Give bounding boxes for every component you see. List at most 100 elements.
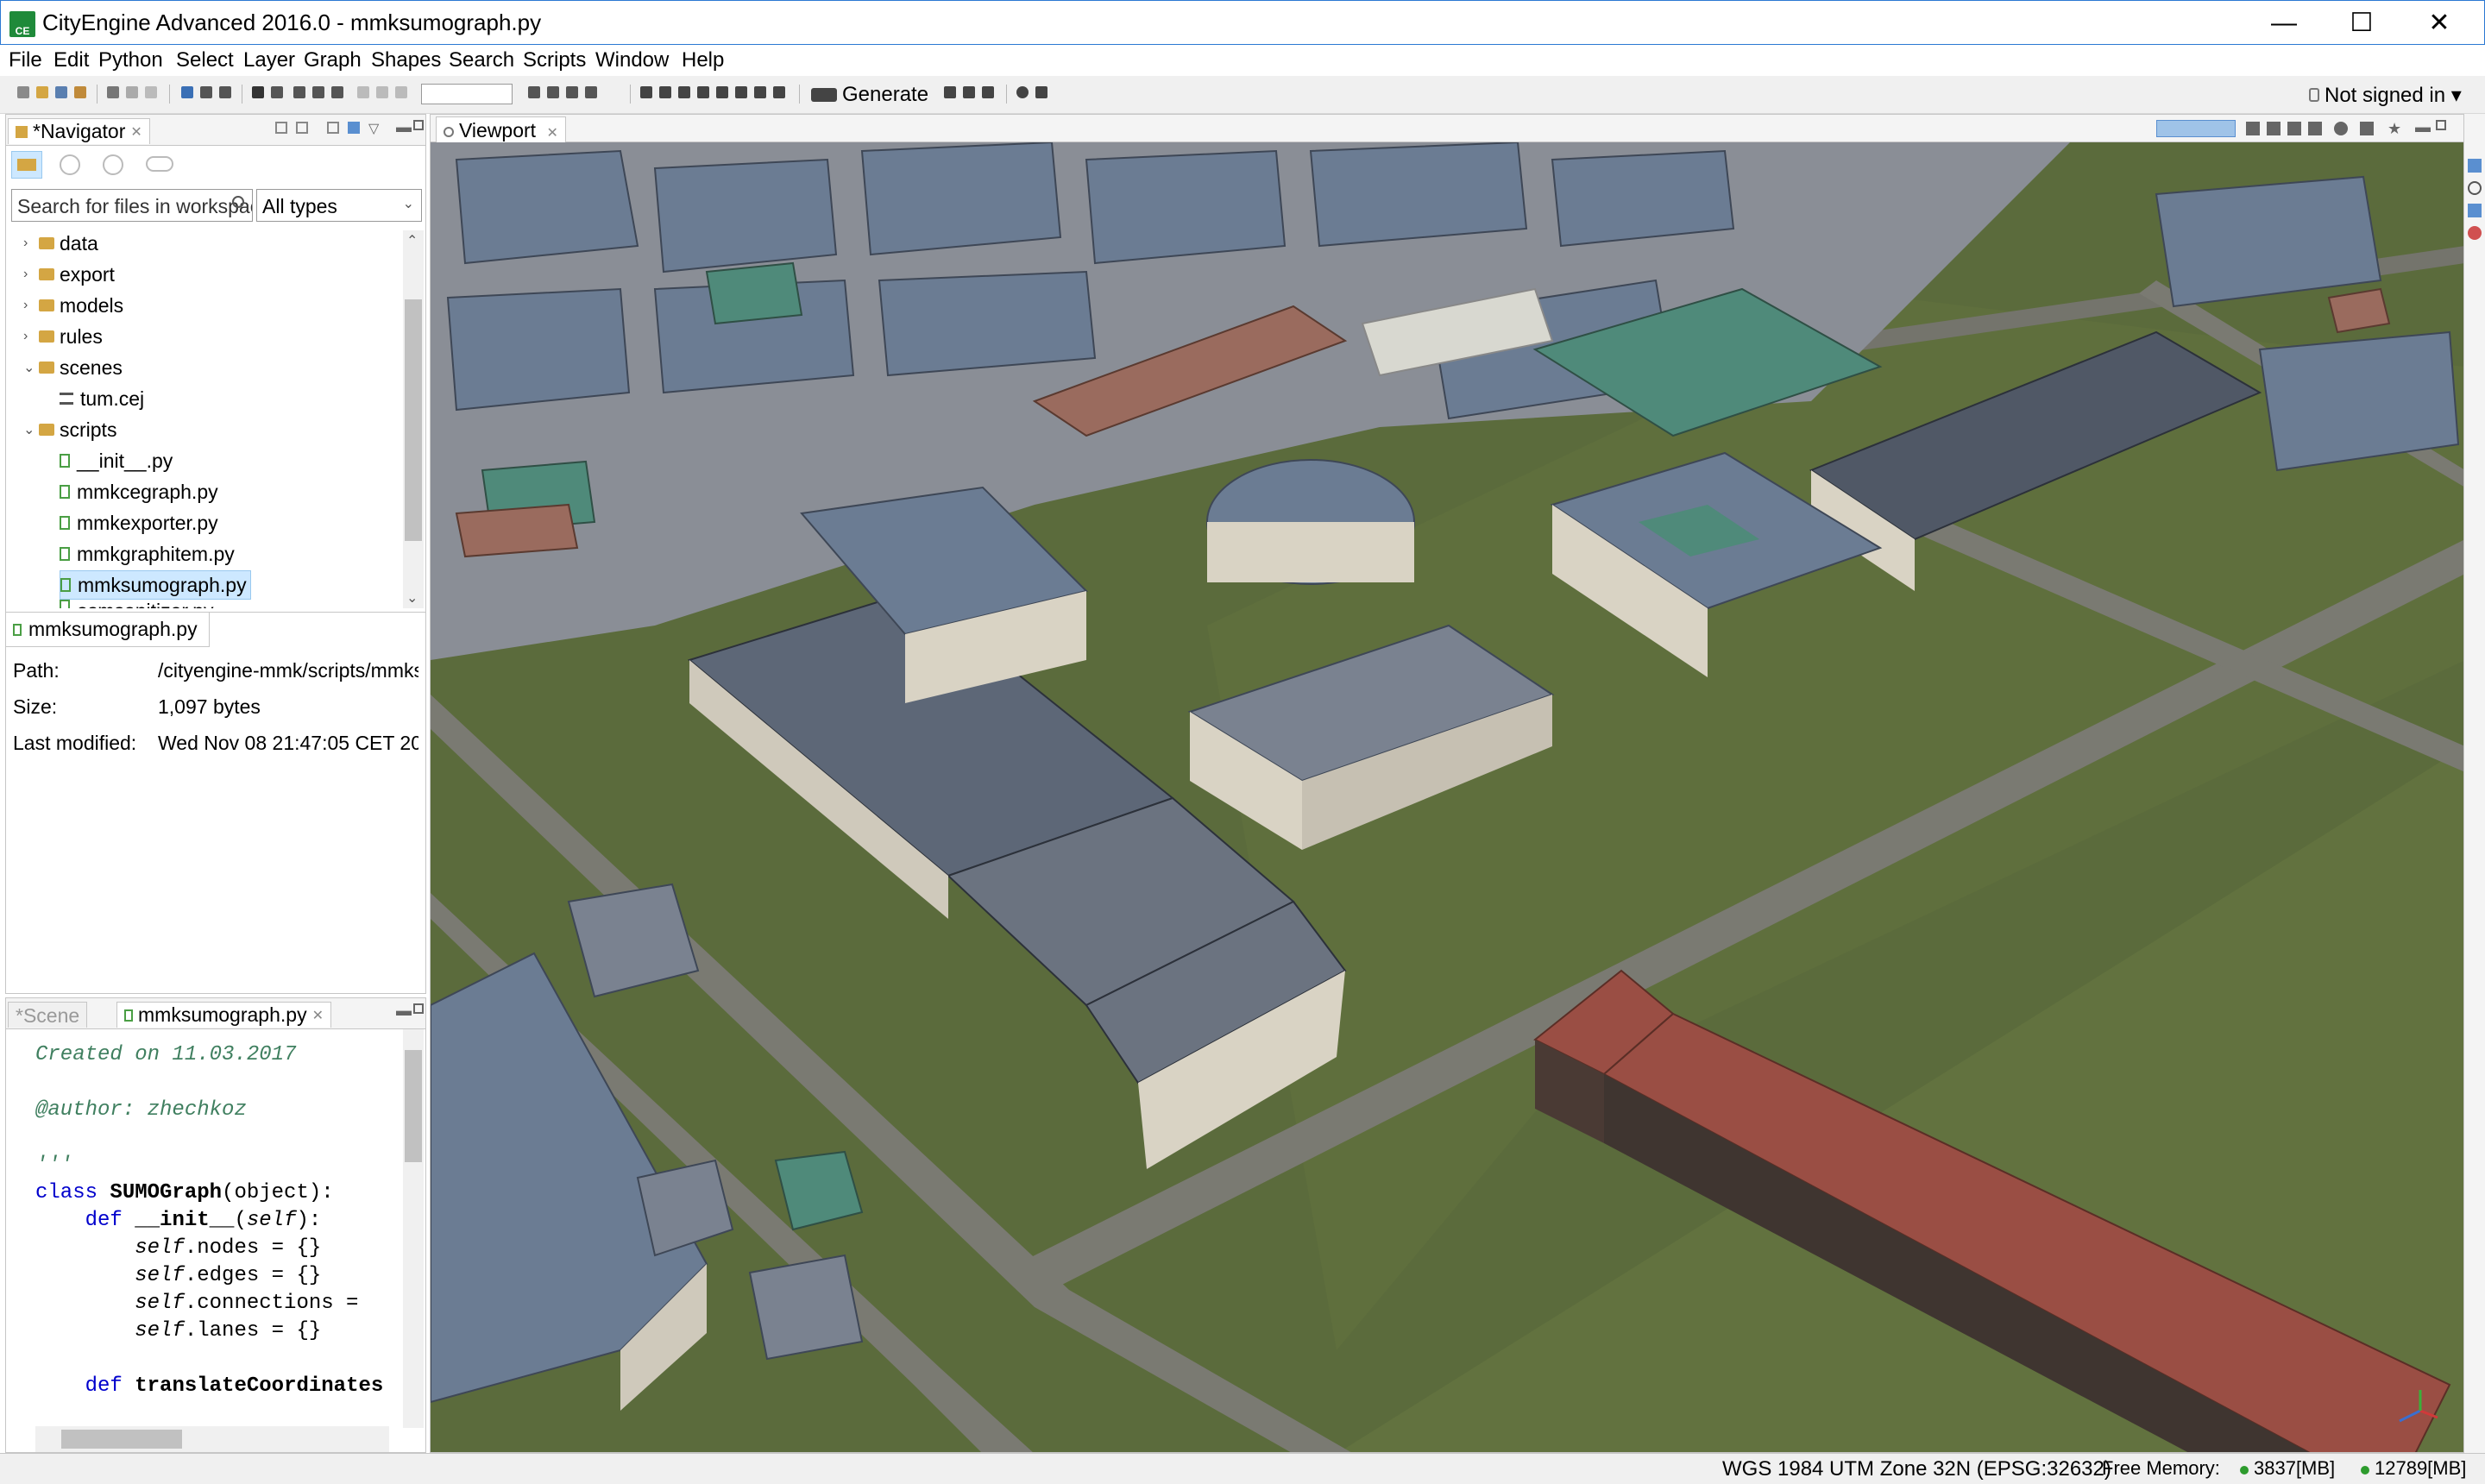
scroll-thumb[interactable] — [405, 1050, 422, 1162]
tree-scrollbar[interactable]: ⌃ ⌄ — [403, 230, 424, 608]
new-file-icon[interactable] — [17, 86, 29, 98]
scroll-up-icon[interactable]: ⌃ — [406, 232, 418, 249]
tree-item-models[interactable]: › models — [23, 291, 123, 320]
wireframe-icon[interactable] — [2267, 122, 2281, 135]
properties-file-tab[interactable]: mmksumograph.py — [6, 613, 210, 647]
link-editor-icon[interactable] — [296, 122, 308, 134]
maximize-view-icon[interactable] — [2436, 120, 2446, 130]
type-filter-select[interactable]: All types ⌄ — [256, 189, 422, 222]
tree-item-osmsanitizer[interactable]: osmsanitizer.py — [60, 600, 214, 608]
portal-icon[interactable] — [103, 154, 123, 175]
inspector-icon[interactable] — [2468, 204, 2482, 217]
copy-icon[interactable] — [126, 86, 138, 98]
close-icon[interactable]: ✕ — [546, 126, 557, 141]
graph-visible-icon[interactable] — [716, 86, 728, 98]
scale-tool-icon[interactable] — [219, 86, 231, 98]
layer-visible-icon[interactable] — [678, 86, 690, 98]
search-input[interactable]: Search for files in workspace — [11, 189, 253, 222]
3d-city-scene[interactable] — [431, 142, 2464, 1453]
bookmark-icon[interactable]: ★ — [2387, 120, 2401, 138]
scroll-thumb[interactable] — [405, 299, 422, 541]
measure-icon[interactable] — [357, 86, 369, 98]
menu-graph[interactable]: Graph — [304, 48, 362, 72]
expand-arrow-icon[interactable]: › — [23, 329, 39, 344]
save-icon[interactable] — [55, 86, 67, 98]
signin-status[interactable]: Not signed in ▾ — [2309, 83, 2462, 108]
street-tool-icon[interactable] — [312, 86, 324, 98]
update-seed-icon[interactable] — [982, 86, 994, 98]
menu-scripts[interactable]: Scripts — [523, 48, 586, 72]
menu-python[interactable]: Python — [98, 48, 163, 72]
cut-icon[interactable] — [107, 86, 119, 98]
polygon-tool-icon[interactable] — [293, 86, 305, 98]
model-visible-icon[interactable] — [735, 86, 747, 98]
close-icon[interactable]: ✕ — [312, 1007, 324, 1024]
tree-item-scripts[interactable]: ⌄ scripts — [23, 415, 116, 444]
brush-icon[interactable] — [74, 86, 86, 98]
minimize-view-icon[interactable]: ▬ — [396, 1002, 412, 1020]
cloud-icon[interactable] — [146, 156, 173, 172]
texture-icon[interactable] — [2287, 122, 2301, 135]
grid-visible-icon[interactable] — [754, 86, 766, 98]
view-menu-dropdown-icon[interactable]: ▽ — [368, 120, 379, 137]
editor-hscrollbar[interactable] — [35, 1426, 389, 1452]
eye-closed-icon[interactable] — [659, 86, 671, 98]
expand-arrow-icon[interactable]: › — [23, 236, 39, 251]
generate-all-icon[interactable] — [944, 86, 956, 98]
view-mode-buttons[interactable] — [2156, 120, 2236, 137]
pen-icon[interactable] — [547, 86, 559, 98]
editor-scrollbar[interactable] — [403, 1029, 424, 1428]
settings-icon[interactable] — [2334, 122, 2348, 135]
measure-area-icon[interactable] — [376, 86, 388, 98]
cleanup-icon[interactable] — [773, 86, 785, 98]
tree-item-rules[interactable]: › rules — [23, 322, 103, 351]
maximize-view-icon[interactable] — [413, 120, 424, 130]
filter-icon[interactable] — [348, 122, 360, 134]
tab-viewport[interactable]: Viewport ✕ — [436, 116, 566, 142]
minimize-view-icon[interactable]: ▬ — [2415, 118, 2431, 136]
search-icon[interactable] — [232, 196, 244, 208]
zoom-tool-icon[interactable] — [331, 86, 343, 98]
visibility-icon[interactable] — [2360, 122, 2374, 135]
scroll-thumb[interactable] — [61, 1430, 182, 1449]
camera-icon[interactable] — [2246, 122, 2260, 135]
collapse-arrow-icon[interactable]: ⌄ — [23, 421, 39, 438]
maximize-button[interactable]: ☐ — [2336, 4, 2387, 42]
collapse-all-icon[interactable] — [275, 122, 287, 134]
menu-layer[interactable]: Layer — [243, 48, 295, 72]
eye-icon[interactable] — [640, 86, 652, 98]
minimize-view-icon[interactable]: ▬ — [396, 118, 412, 136]
tree-item-mmksumograph[interactable]: mmksumograph.py — [60, 570, 251, 600]
shading-icon[interactable] — [2308, 122, 2322, 135]
info-icon[interactable] — [2468, 181, 2482, 195]
menu-file[interactable]: File — [9, 48, 42, 72]
tab-scene[interactable]: *Scene — [8, 1002, 88, 1028]
select-dropdown-icon[interactable] — [271, 86, 283, 98]
light-icon[interactable] — [1016, 86, 1029, 98]
measure-input[interactable] — [421, 84, 513, 104]
menu-help[interactable]: Help — [682, 48, 724, 72]
tab-navigator[interactable]: *Navigator ✕ — [8, 118, 150, 144]
measure-dropdown-icon[interactable] — [395, 86, 407, 98]
problems-icon[interactable] — [2468, 226, 2482, 240]
rotate-tool-icon[interactable] — [200, 86, 212, 98]
menu-shapes[interactable]: Shapes — [371, 48, 441, 72]
menu-window[interactable]: Window — [595, 48, 669, 72]
edit-icon[interactable] — [528, 86, 540, 98]
code-editor[interactable]: ''' Created on 11.03.2017 @author: zhech… — [6, 1029, 389, 1428]
camera-bookmark-icon[interactable] — [1035, 86, 1047, 98]
tree-item-export[interactable]: › export — [23, 260, 115, 289]
close-icon[interactable]: ✕ — [130, 123, 142, 141]
scroll-down-icon[interactable]: ⌄ — [406, 589, 418, 607]
open-folder-icon[interactable] — [36, 86, 48, 98]
tree-item-mmkgraphitem[interactable]: mmkgraphitem.py — [60, 539, 235, 569]
expand-arrow-icon[interactable]: › — [23, 298, 39, 313]
menu-search[interactable]: Search — [449, 48, 514, 72]
layer-panel-icon[interactable] — [2468, 159, 2482, 173]
tree-item-data[interactable]: › data — [23, 229, 98, 258]
menu-select[interactable]: Select — [176, 48, 234, 72]
tree-item-init-py[interactable]: __init__.py — [60, 446, 173, 475]
tree-item-mmkcegraph[interactable]: mmkcegraph.py — [60, 477, 218, 506]
collapse-arrow-icon[interactable]: ⌄ — [23, 359, 39, 376]
tree-item-tum-cej[interactable]: tum.cej — [60, 384, 144, 413]
